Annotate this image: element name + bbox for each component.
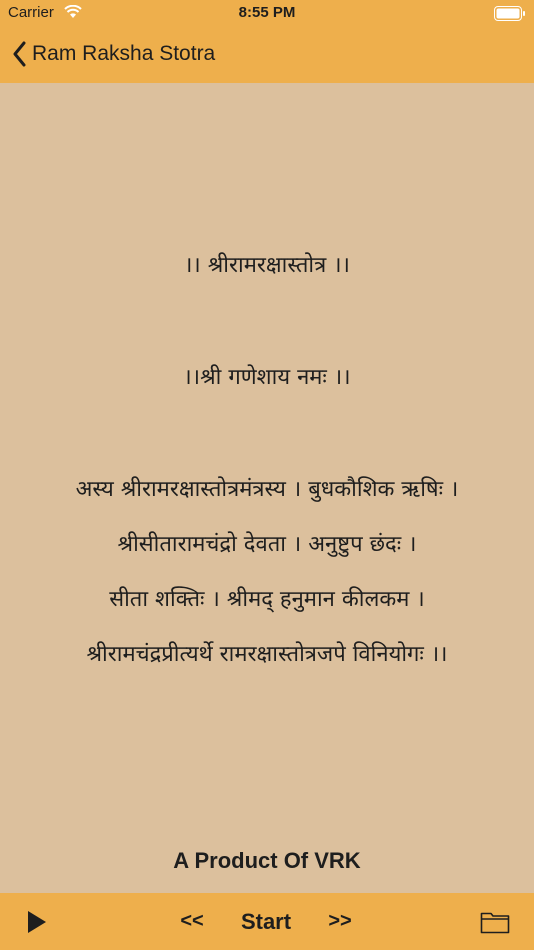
- verse-line: श्रीरामचंद्रप्रीत्यर्थे रामरक्षास्तोत्रज…: [86, 642, 448, 667]
- top-bar: Carrier 8:55 PM Ram Raksha Stotra: [0, 0, 534, 83]
- nav-title: Ram Raksha Stotra: [32, 42, 216, 65]
- start-button[interactable]: Start: [230, 893, 302, 950]
- status-time: 8:55 PM: [238, 4, 296, 21]
- verse-line: सीता शक्तिः । श्रीमद् हनुमान कीलकम ।: [109, 587, 425, 612]
- credit-label: A Product Of VRK: [173, 848, 361, 873]
- next-button[interactable]: >>: [318, 893, 362, 950]
- play-button[interactable]: [20, 893, 54, 950]
- play-icon: [28, 910, 46, 933]
- chevron-left-icon: [13, 41, 26, 67]
- verse-invocation: ।।श्री गणेशाय नमः ।।: [183, 365, 351, 390]
- battery-icon: [494, 6, 526, 21]
- folder-icon: [480, 912, 510, 933]
- navigation-bar: Ram Raksha Stotra: [0, 34, 534, 74]
- verse-title: ।। श्रीरामरक्षास्तोत्र ।।: [184, 253, 350, 278]
- back-button[interactable]: Ram Raksha Stotra: [12, 38, 215, 70]
- status-bar: Carrier 8:55 PM: [0, 0, 534, 28]
- bottom-toolbar: << Start >>: [0, 893, 534, 950]
- previous-button[interactable]: <<: [170, 893, 214, 950]
- folder-button[interactable]: [478, 893, 512, 950]
- stotra-content: ।। श्रीरामरक्षास्तोत्र ।। ।।श्री गणेशाय …: [0, 83, 534, 893]
- verse-line: श्रीसीतारामचंद्रो देवता । अनुष्टुप छंदः …: [117, 532, 417, 557]
- verse-line: अस्य श्रीरामरक्षास्तोत्रमंत्रस्य । बुधकौ…: [75, 477, 459, 502]
